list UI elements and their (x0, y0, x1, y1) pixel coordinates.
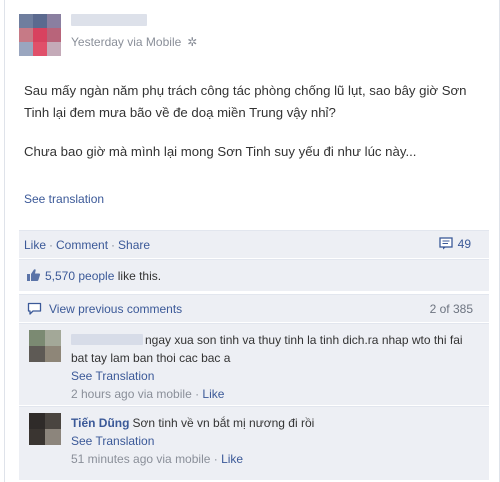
comment-content: ngay xua son tinh va thuy tinh la tinh d… (71, 331, 481, 403)
comment-item: Tiến Dũng Sơn tinh về vn bắt mị nương đi … (19, 406, 489, 480)
comment-meta: 2 hours ago via mobile · Like (71, 387, 225, 401)
speech-bubble-icon (27, 302, 42, 315)
comments-pager: 2 of 385 (429, 302, 473, 316)
comment-like-link[interactable]: Like (202, 387, 224, 401)
post-header: Yesterday via Mobile ✲ (19, 14, 489, 58)
post-body: Sau mấy ngàn năm phụ trách công tác phòn… (24, 80, 494, 163)
post-paragraph: Sau mấy ngàn năm phụ trách công tác phòn… (24, 83, 467, 120)
view-previous-comments-link[interactable]: View previous comments (49, 302, 182, 316)
action-bar: Like · Comment · Share 49 (19, 230, 489, 258)
comment-timestamp[interactable]: 2 hours ago via mobile (71, 387, 192, 401)
likes-row: 5,570 people like this. (19, 259, 489, 291)
separator: · (111, 238, 116, 252)
comment-like-link[interactable]: Like (221, 452, 243, 466)
likes-summary: 5,570 people like this. (45, 269, 161, 283)
post-actions: Like · Comment · Share (24, 238, 150, 252)
commenter-name-redacted[interactable] (71, 334, 143, 345)
post-meta: Yesterday via Mobile ✲ (71, 35, 197, 49)
post-timestamp[interactable]: Yesterday via Mobile (71, 35, 181, 49)
post-card: Yesterday via Mobile ✲ Sau mấy ngàn năm p… (4, 0, 500, 482)
comment-timestamp[interactable]: 51 minutes ago via mobile (71, 452, 210, 466)
post-paragraph: Chưa bao giờ mà mình lại mong Sơn Tinh s… (24, 144, 417, 159)
comment-content: Tiến Dũng Sơn tinh về vn bắt mị nương đi … (71, 414, 481, 468)
comment-item: ngay xua son tinh va thuy tinh la tinh d… (19, 323, 489, 405)
author-name-redacted[interactable] (71, 14, 147, 26)
share-link[interactable]: Share (118, 238, 150, 252)
commenter-name-link[interactable]: Tiến Dũng (71, 416, 129, 430)
comment-meta: 51 minutes ago via mobile · Like (71, 452, 244, 466)
comment-count[interactable]: 49 (438, 237, 471, 251)
commenter-avatar[interactable] (29, 413, 61, 445)
previous-comments-row: View previous comments 2 of 385 (19, 294, 489, 322)
gear-icon[interactable]: ✲ (187, 35, 197, 49)
likes-count-link[interactable]: 5,570 people (45, 269, 114, 283)
like-link[interactable]: Like (24, 238, 46, 252)
comment-see-translation-link[interactable]: See Translation (71, 367, 481, 385)
comment-see-translation-link[interactable]: See Translation (71, 432, 481, 450)
comment-bubble-icon (438, 237, 453, 250)
comment-text: Sơn tinh về vn bắt mị nương đi rồi (132, 416, 315, 430)
comment-count-value: 49 (457, 237, 471, 251)
avatar[interactable] (19, 14, 61, 56)
comment-link[interactable]: Comment (56, 238, 108, 252)
separator: · (49, 238, 54, 252)
likes-suffix: like this. (114, 269, 162, 283)
see-translation-link[interactable]: See translation (24, 192, 104, 206)
commenter-avatar[interactable] (29, 330, 61, 362)
thumbs-up-icon (27, 269, 41, 281)
